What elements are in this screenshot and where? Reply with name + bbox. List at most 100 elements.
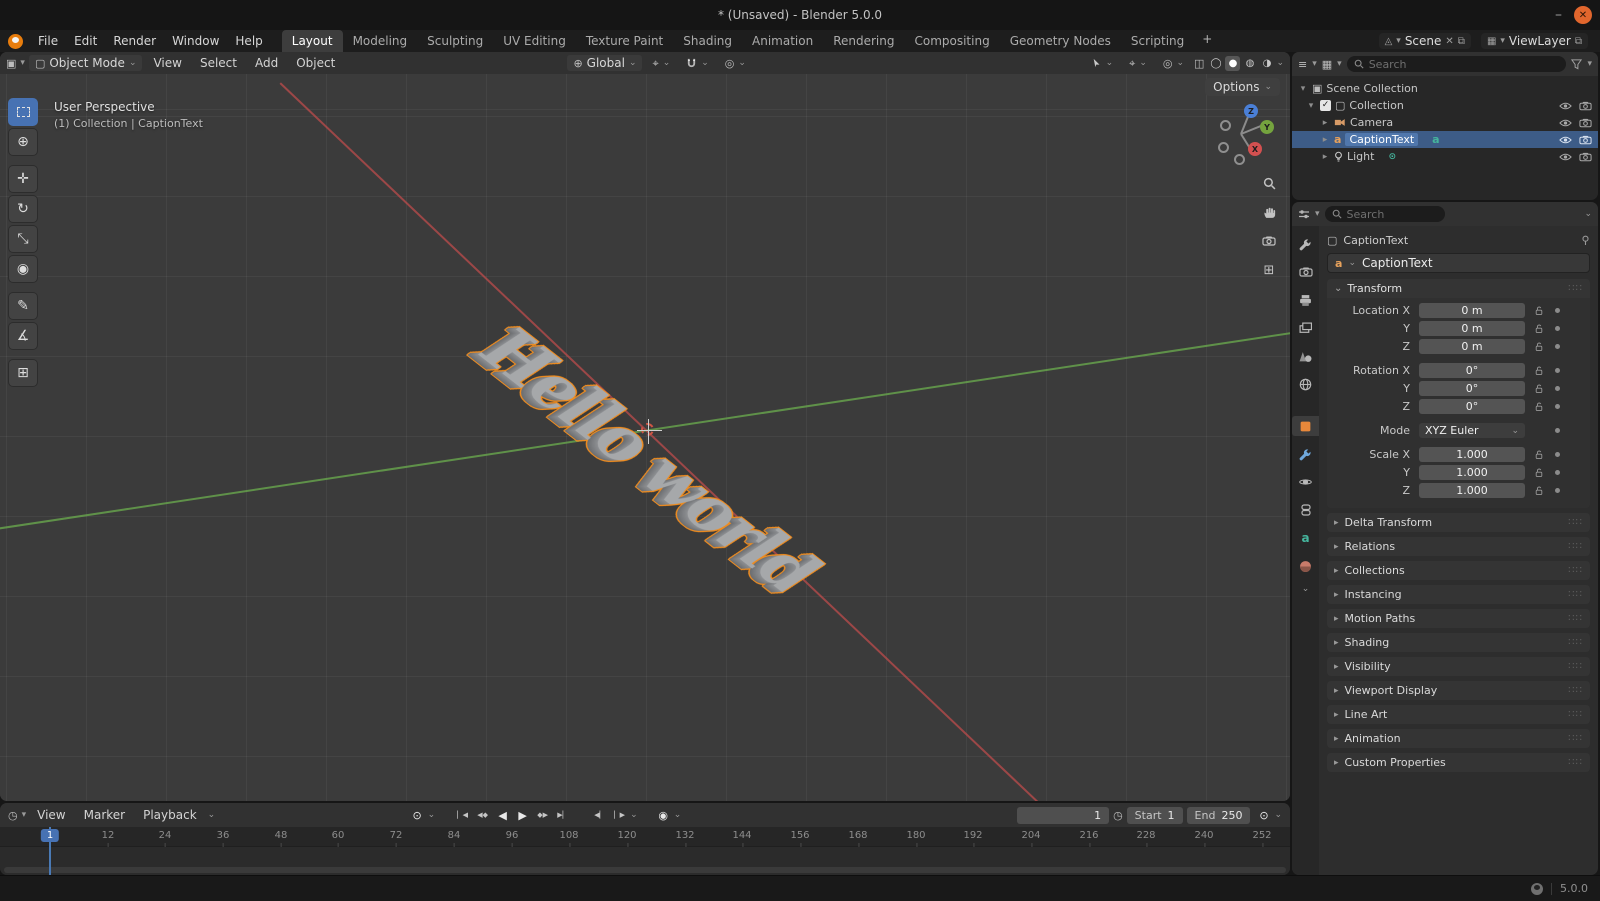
editor-type-3d-icon[interactable]: ▣	[6, 58, 16, 69]
disable-render-icon[interactable]	[1579, 135, 1592, 145]
shading-material-button[interactable]: ◍	[1242, 56, 1257, 71]
display-mode-icon[interactable]: ▦	[1322, 59, 1332, 70]
gizmo-z-axis[interactable]: Z	[1244, 104, 1258, 118]
row-collection[interactable]: ▾ ✓ ▢ Collection	[1292, 97, 1598, 114]
lock-icon[interactable]	[1532, 468, 1546, 478]
animate-dot[interactable]	[1555, 344, 1560, 349]
hide-eye-icon[interactable]	[1559, 135, 1572, 145]
shading-rendered-button[interactable]: ◑	[1259, 56, 1274, 71]
snapping-dropdown[interactable]: ⌄	[680, 57, 715, 70]
tab-modifiers[interactable]	[1292, 444, 1319, 464]
play-reverse-button[interactable]: ◀	[493, 807, 512, 824]
tab-object[interactable]	[1292, 416, 1319, 436]
panel-motion-paths[interactable]: ▸ Motion Paths ∷∷	[1327, 609, 1590, 628]
lock-icon[interactable]	[1532, 324, 1546, 334]
keying-set-dropdown[interactable]: ◉ ⌄	[654, 807, 681, 824]
viewport-menu-object[interactable]: Object	[289, 55, 342, 71]
jump-to-start-button[interactable]: ▏◀	[453, 807, 472, 824]
tab-world[interactable]	[1292, 374, 1319, 394]
rotation-x-field[interactable]: 0°	[1419, 363, 1525, 378]
animate-dot[interactable]	[1555, 470, 1560, 475]
prev-keyframe-button[interactable]: ◀◆	[473, 807, 492, 824]
tool-transform[interactable]: ◉	[8, 255, 38, 283]
location-x-field[interactable]: 0 m	[1419, 303, 1525, 318]
editor-type-timeline-icon[interactable]: ◷	[8, 810, 18, 821]
tabs-overflow-chevron[interactable]: ⌄	[1302, 584, 1310, 594]
collection-checkbox[interactable]: ✓	[1320, 100, 1331, 111]
timeline-track[interactable]	[0, 847, 1290, 875]
lock-icon[interactable]	[1532, 402, 1546, 412]
animate-dot[interactable]	[1555, 452, 1560, 457]
menu-window[interactable]: Window	[165, 32, 226, 50]
viewport-menu-select[interactable]: Select	[193, 55, 244, 71]
tab-material[interactable]	[1292, 556, 1319, 576]
animate-dot[interactable]	[1555, 308, 1560, 313]
disable-render-icon[interactable]	[1579, 118, 1592, 128]
lock-icon[interactable]	[1532, 384, 1546, 394]
viewport-menu-add[interactable]: Add	[248, 55, 285, 71]
pivot-point-dropdown[interactable]: ⌖ ⌄	[646, 57, 676, 70]
timeline-scrollbar[interactable]	[4, 867, 1286, 873]
add-workspace-button[interactable]: +	[1194, 30, 1220, 52]
blender-logo-icon[interactable]	[8, 33, 23, 49]
options-dropdown[interactable]: Options ⌄	[1205, 78, 1280, 96]
scale-x-field[interactable]: 1.000	[1419, 447, 1525, 462]
timeline-ruler[interactable]: 1 12 24 36 48 60 72 84 96 108 120 132 14…	[0, 827, 1290, 847]
frame-end-field[interactable]: End 250	[1186, 806, 1251, 824]
pan-hand-icon[interactable]	[1260, 203, 1278, 221]
properties-search-input[interactable]: Search	[1324, 206, 1445, 222]
rotation-z-field[interactable]: 0°	[1419, 399, 1525, 414]
tab-scene[interactable]	[1292, 346, 1319, 366]
timeline-menu-view[interactable]: View	[30, 807, 72, 823]
location-z-field[interactable]: 0 m	[1419, 339, 1525, 354]
proportional-editing-dropdown[interactable]: ◎ ⌄	[719, 57, 752, 70]
menu-edit[interactable]: Edit	[67, 32, 104, 50]
close-button[interactable]: ✕	[1574, 6, 1592, 24]
tab-scripting[interactable]: Scripting	[1121, 30, 1194, 52]
transform-orientation-dropdown[interactable]: ⊕ Global ⌄	[567, 55, 643, 71]
tab-geometry-nodes[interactable]: Geometry Nodes	[1000, 30, 1121, 52]
lock-icon[interactable]	[1532, 306, 1546, 316]
rotation-y-field[interactable]: 0°	[1419, 381, 1525, 396]
zoom-icon[interactable]	[1260, 174, 1278, 192]
tab-layout[interactable]: Layout	[281, 30, 343, 52]
animate-dot[interactable]	[1555, 386, 1560, 391]
gizmo-z-axis-negative[interactable]	[1234, 154, 1245, 165]
new-view-layer-icon[interactable]: ⧉	[1575, 36, 1582, 47]
disable-render-icon[interactable]	[1579, 101, 1592, 111]
overlays-dropdown[interactable]: ◎ ⌄	[1157, 57, 1190, 70]
current-frame-field[interactable]: 1	[1017, 806, 1110, 824]
tab-texture-paint[interactable]: Texture Paint	[576, 30, 673, 52]
tool-add-cube[interactable]: ⊞	[8, 359, 38, 387]
hide-eye-icon[interactable]	[1559, 118, 1572, 128]
panel-viewport-display[interactable]: ▸ Viewport Display ∷∷	[1327, 681, 1590, 700]
view-layer-selector[interactable]: ▦ ▾ ViewLayer ⧉	[1480, 33, 1588, 49]
timeline-menu-playback[interactable]: Playback	[136, 807, 204, 823]
tool-scale[interactable]: ⤡	[8, 225, 38, 253]
frame-start-field[interactable]: Start 1	[1126, 806, 1183, 824]
timeline-menu-marker[interactable]: Marker	[77, 807, 132, 823]
tool-annotate[interactable]: ✎	[8, 292, 38, 320]
gizmo-x-axis[interactable]: X	[1248, 142, 1262, 156]
menu-file[interactable]: File	[31, 32, 65, 50]
row-light[interactable]: ▸ Light ⊙	[1292, 148, 1598, 165]
tab-modeling[interactable]: Modeling	[343, 30, 418, 52]
tab-sculpting[interactable]: Sculpting	[417, 30, 493, 52]
hide-eye-icon[interactable]	[1559, 152, 1572, 162]
panel-collections[interactable]: ▸ Collections ∷∷	[1327, 561, 1590, 580]
new-scene-icon[interactable]: ⧉	[1458, 36, 1465, 47]
tab-tool[interactable]	[1292, 234, 1319, 254]
tab-constraints[interactable]	[1292, 500, 1319, 520]
tab-object-data[interactable]: a	[1292, 528, 1319, 548]
pin-icon[interactable]	[1581, 235, 1590, 246]
transform-panel-header[interactable]: ⌄ Transform ∷∷	[1327, 279, 1590, 298]
row-caption-text[interactable]: ▸ a CaptionText a	[1292, 131, 1598, 148]
menu-help[interactable]: Help	[228, 32, 269, 50]
hide-eye-icon[interactable]	[1559, 101, 1572, 111]
panel-delta-transform[interactable]: ▸ Delta Transform ∷∷	[1327, 513, 1590, 532]
tab-animation[interactable]: Animation	[742, 30, 823, 52]
panel-shading[interactable]: ▸ Shading ∷∷	[1327, 633, 1590, 652]
panel-custom-properties[interactable]: ▸ Custom Properties ∷∷	[1327, 753, 1590, 772]
animate-dot[interactable]	[1555, 428, 1560, 433]
minimize-button[interactable]: –	[1555, 8, 1562, 22]
